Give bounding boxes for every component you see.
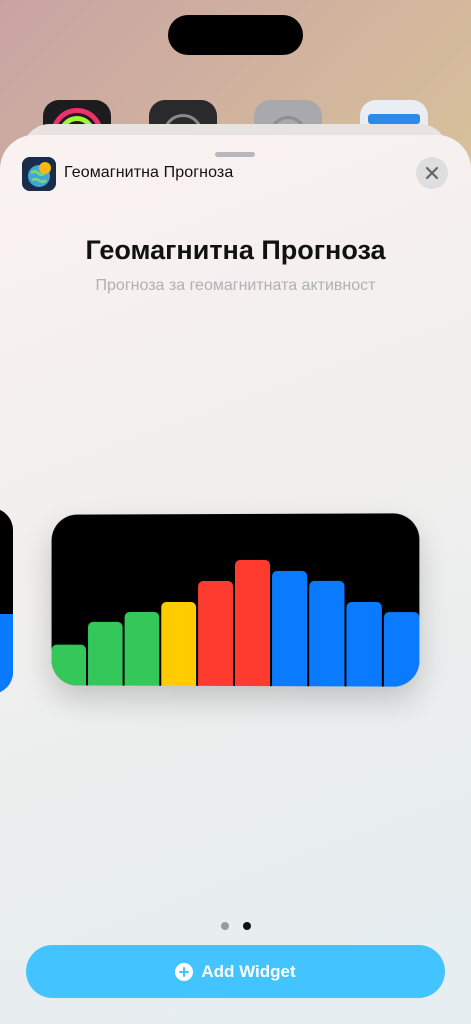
page-dot[interactable] bbox=[220, 922, 229, 930]
page-dot[interactable] bbox=[242, 922, 251, 930]
forecast-bar bbox=[88, 622, 123, 686]
close-button[interactable] bbox=[416, 157, 448, 189]
forecast-bar bbox=[383, 612, 420, 687]
close-icon bbox=[425, 166, 439, 180]
forecast-bar bbox=[346, 601, 382, 687]
geomagnetic-forecast-widget-preview[interactable] bbox=[51, 513, 420, 687]
add-widget-label: Add Widget bbox=[201, 961, 296, 981]
forecast-bar bbox=[309, 581, 345, 687]
header-app-name: Геомагнитна Прогноза bbox=[64, 164, 234, 181]
page-indicator[interactable] bbox=[0, 922, 471, 930]
forecast-bar bbox=[272, 570, 308, 687]
forecast-bar bbox=[51, 644, 87, 686]
add-widget-button[interactable]: Add Widget bbox=[26, 945, 445, 998]
widget-gallery-sheet: Геомагнитна Прогноза Геомагнитна Прогноз… bbox=[0, 135, 471, 1024]
forecast-bar bbox=[124, 611, 160, 686]
plus-circle-icon bbox=[175, 962, 194, 981]
geomagnetic-app-icon bbox=[22, 157, 56, 191]
previous-widget-preview[interactable] bbox=[0, 508, 13, 694]
app-icon bbox=[22, 157, 56, 191]
forecast-bar bbox=[161, 601, 197, 686]
dynamic-island bbox=[168, 15, 303, 55]
widget-subtitle: Прогноза за геомагнитната активност bbox=[95, 277, 376, 294]
sheet-grabber[interactable] bbox=[215, 152, 255, 157]
forecast-bar bbox=[198, 581, 234, 686]
forecast-bar bbox=[234, 560, 271, 687]
widget-title: Геомагнитна Прогноза bbox=[85, 235, 386, 265]
